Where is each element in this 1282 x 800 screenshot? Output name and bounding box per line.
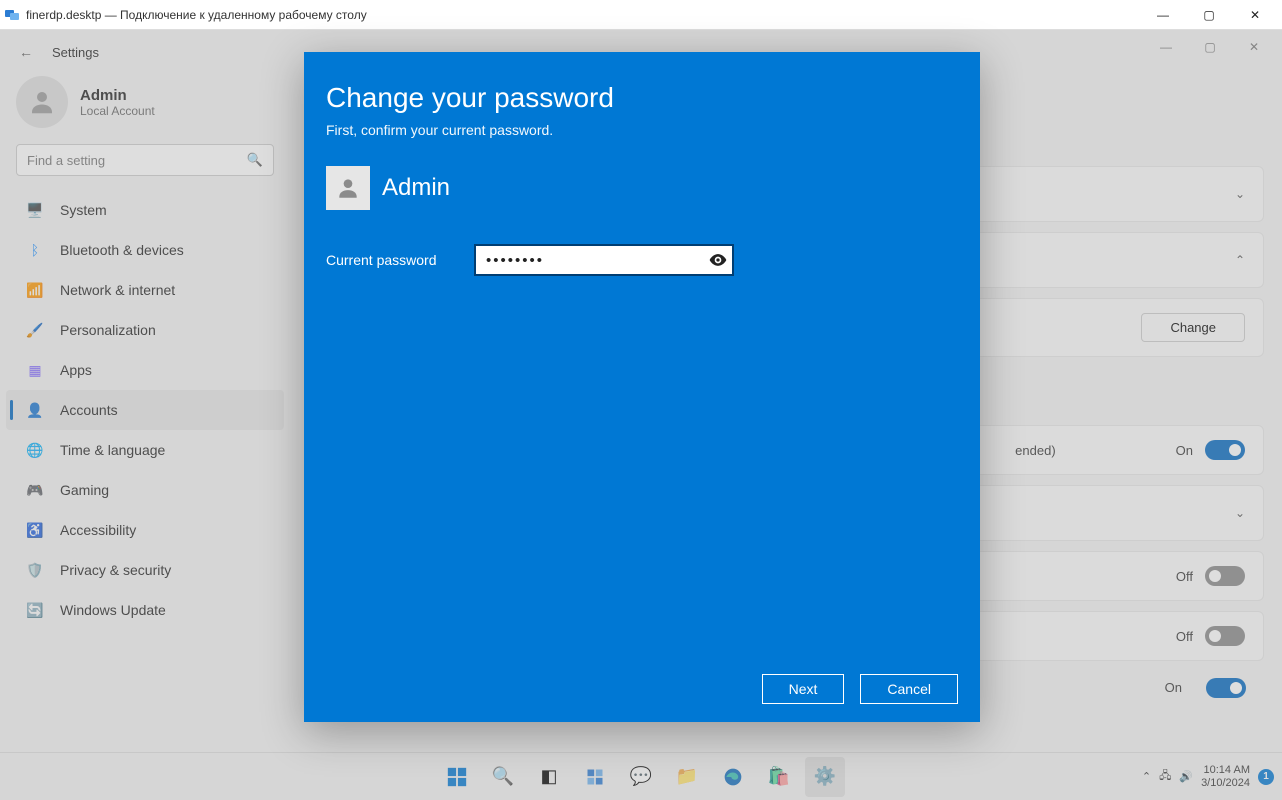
apps-icon: ▦ [26, 361, 44, 379]
toggle-switch[interactable] [1205, 566, 1245, 586]
nav-label: Gaming [60, 482, 109, 498]
toggle-label: Off [1176, 629, 1193, 644]
nav-label: Accessibility [60, 522, 136, 538]
search-input[interactable] [27, 153, 247, 168]
chevron-up-icon: ⌃ [1235, 253, 1245, 267]
nav-label: Time & language [60, 442, 165, 458]
system-icon: 🖥️ [26, 201, 44, 219]
back-arrow-icon[interactable]: ← [12, 44, 40, 60]
remote-desktop-area: — ▢ ✕ ← Settings Admin Local Account 🔍 🖥… [0, 30, 1282, 800]
settings-maximize-button[interactable]: ▢ [1188, 32, 1232, 62]
dialog-subtitle: First, confirm your current password. [326, 122, 958, 138]
card-text: ended) [1015, 443, 1055, 458]
brush-icon: 🖌️ [26, 321, 44, 339]
profile-subtitle: Local Account [80, 104, 155, 118]
nav-network[interactable]: 📶 Network & internet [0, 270, 290, 310]
network-tray-icon[interactable]: 🖧 [1159, 767, 1171, 786]
toggle-switch[interactable] [1206, 678, 1246, 698]
toggle-switch[interactable] [1205, 626, 1245, 646]
nav-time-language[interactable]: 🌐 Time & language [0, 430, 290, 470]
globe-icon: 🌐 [26, 441, 44, 459]
dialog-user-row: Admin [326, 166, 958, 210]
system-tray: ⌃ 🖧 🔊 10:14 AM 3/10/2024 1 [1142, 764, 1274, 789]
settings-nav: 🖥️ System ᛒ Bluetooth & devices 📶 Network &… [0, 190, 290, 630]
settings-window-controls: — ▢ ✕ [1144, 32, 1276, 62]
accessibility-icon: ♿ [26, 521, 44, 539]
host-close-button[interactable]: ✕ [1232, 0, 1278, 30]
person-icon: 👤 [26, 401, 44, 419]
toggle-switch[interactable] [1205, 440, 1245, 460]
taskbar-search-icon[interactable]: 🔍 [483, 757, 523, 797]
sync-icon: 🔄 [26, 601, 44, 619]
settings-title: Settings [52, 45, 99, 60]
reveal-password-icon[interactable] [708, 250, 728, 270]
tray-overflow-icon[interactable]: ⌃ [1142, 770, 1151, 783]
cancel-button[interactable]: Cancel [860, 674, 958, 704]
current-password-input[interactable] [474, 244, 734, 276]
nav-bluetooth[interactable]: ᛒ Bluetooth & devices [0, 230, 290, 270]
nav-apps[interactable]: ▦ Apps [0, 350, 290, 390]
nav-system[interactable]: 🖥️ System [0, 190, 290, 230]
settings-taskbar-icon[interactable]: ⚙️ [805, 757, 845, 797]
current-password-row: Current password [326, 244, 958, 276]
dialog-username: Admin [382, 174, 450, 202]
chevron-down-icon: ⌄ [1235, 506, 1245, 520]
store-icon[interactable]: 🛍️ [759, 757, 799, 797]
widgets-icon[interactable] [575, 757, 615, 797]
nav-label: Personalization [60, 322, 156, 338]
notifications-badge[interactable]: 1 [1258, 769, 1274, 785]
taskbar-center: 🔍 ◧ 💬 📁 🛍️ ⚙️ [437, 757, 845, 797]
edge-icon[interactable] [713, 757, 753, 797]
toggle-label: Off [1176, 569, 1193, 584]
rdp-icon [4, 7, 20, 23]
nav-personalization[interactable]: 🖌️ Personalization [0, 310, 290, 350]
taskbar-time: 10:14 AM [1201, 764, 1250, 777]
nav-windows-update[interactable]: 🔄 Windows Update [0, 590, 290, 630]
dialog-title: Change your password [326, 82, 958, 114]
nav-accessibility[interactable]: ♿ Accessibility [0, 510, 290, 550]
taskbar-clock[interactable]: 10:14 AM 3/10/2024 [1201, 764, 1250, 789]
nav-label: Apps [60, 362, 92, 378]
host-minimize-button[interactable]: — [1140, 0, 1186, 30]
wifi-icon: 📶 [26, 281, 44, 299]
file-explorer-icon[interactable]: 📁 [667, 757, 707, 797]
chevron-down-icon: ⌄ [1235, 187, 1245, 201]
current-password-label: Current password [326, 252, 446, 268]
search-icon: 🔍 [247, 152, 263, 168]
start-button[interactable] [437, 757, 477, 797]
toggle-label: On [1176, 443, 1193, 458]
gamepad-icon: 🎮 [26, 481, 44, 499]
settings-close-button[interactable]: ✕ [1232, 32, 1276, 62]
nav-gaming[interactable]: 🎮 Gaming [0, 470, 290, 510]
host-titlebar: finerdp.desktp — Подключение к удаленном… [0, 0, 1282, 30]
chat-icon[interactable]: 💬 [621, 757, 661, 797]
shield-icon: 🛡️ [26, 561, 44, 579]
change-password-dialog: Change your password First, confirm your… [304, 52, 980, 722]
settings-search[interactable]: 🔍 [16, 144, 274, 176]
nav-label: Accounts [60, 402, 118, 418]
taskbar-date: 3/10/2024 [1201, 777, 1250, 790]
nav-label: Privacy & security [60, 562, 171, 578]
nav-accounts[interactable]: 👤 Accounts [6, 390, 284, 430]
bluetooth-icon: ᛒ [26, 241, 44, 259]
user-avatar [326, 166, 370, 210]
host-maximize-button[interactable]: ▢ [1186, 0, 1232, 30]
nav-privacy[interactable]: 🛡️ Privacy & security [0, 550, 290, 590]
nav-label: Windows Update [60, 602, 166, 618]
avatar [16, 76, 68, 128]
host-window-title: finerdp.desktp — Подключение к удаленном… [26, 8, 367, 22]
nav-label: Bluetooth & devices [60, 242, 184, 258]
volume-tray-icon[interactable]: 🔊 [1179, 770, 1193, 783]
nav-label: System [60, 202, 107, 218]
next-button[interactable]: Next [762, 674, 845, 704]
host-window-controls: — ▢ ✕ [1140, 0, 1278, 30]
toggle-label: On [1165, 680, 1182, 695]
change-button[interactable]: Change [1141, 313, 1245, 342]
settings-minimize-button[interactable]: — [1144, 32, 1188, 62]
profile-name: Admin [80, 87, 155, 104]
taskbar: 🔍 ◧ 💬 📁 🛍️ ⚙️ ⌃ 🖧 🔊 10:14 AM 3/10/2024 1 [0, 752, 1282, 800]
nav-label: Network & internet [60, 282, 175, 298]
task-view-icon[interactable]: ◧ [529, 757, 569, 797]
